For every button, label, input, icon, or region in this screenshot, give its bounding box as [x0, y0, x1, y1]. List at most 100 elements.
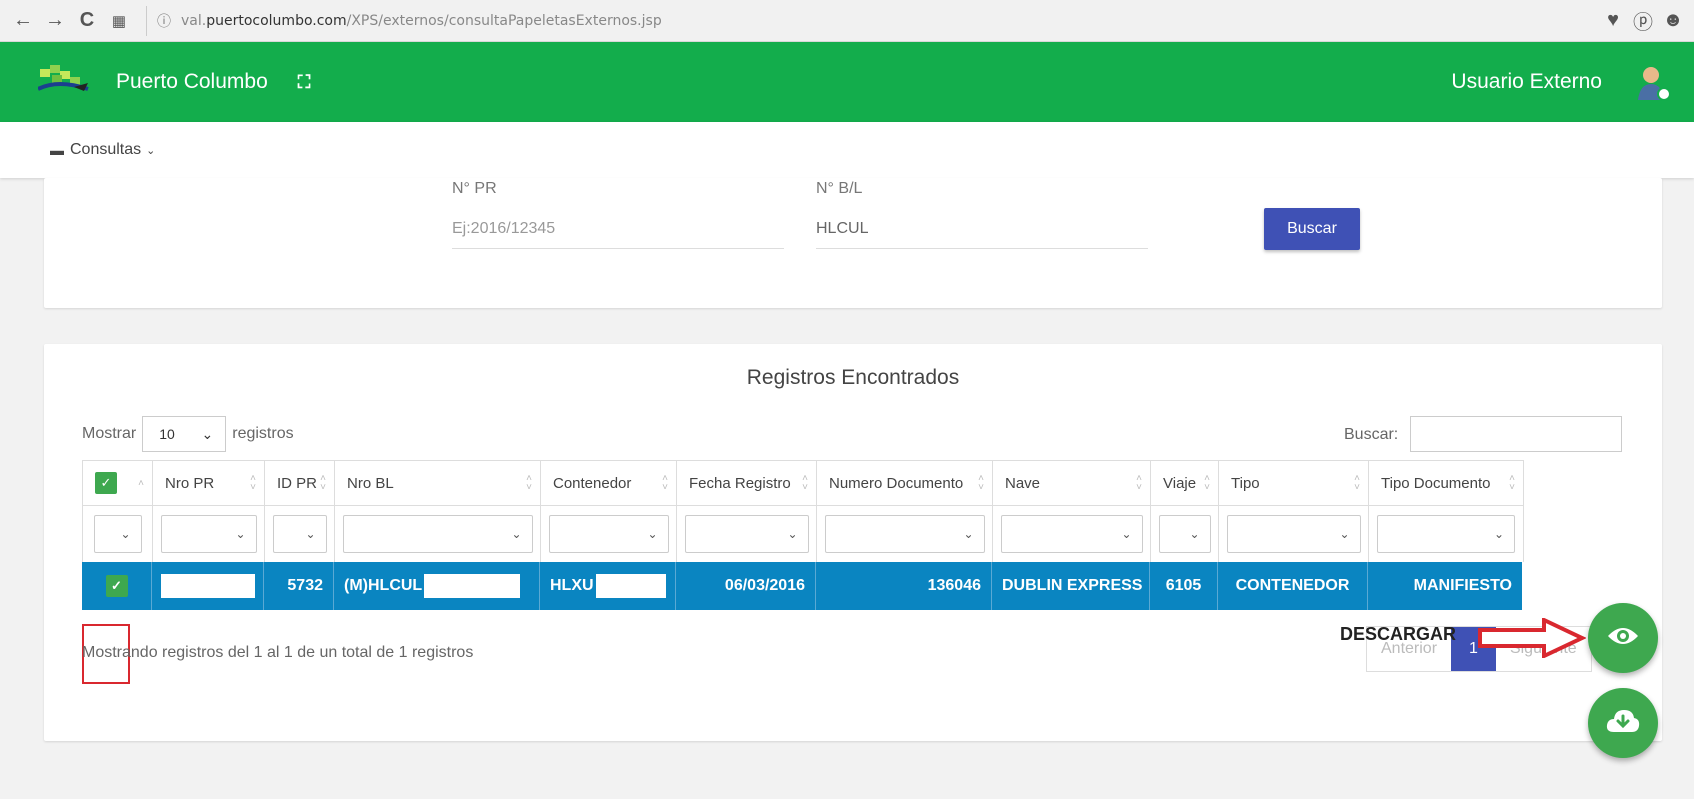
cell-viaje: 6105 [1150, 562, 1218, 610]
column-nro-bl[interactable]: Nro BL ˄ ˅ [335, 461, 541, 505]
filter-cell: ⌄ [677, 506, 817, 562]
records-label: registros [232, 425, 294, 442]
user-name[interactable]: Usuario Externo [1451, 70, 1602, 94]
filter-cell: ⌄ [993, 506, 1151, 562]
chevron-down-icon: ⌄ [201, 425, 214, 442]
pr-label: N° PR [452, 180, 497, 197]
column-label: Nave [1005, 474, 1041, 492]
page-length-select[interactable]: 10 ⌄ [142, 416, 227, 452]
column-fecha-registro[interactable]: Fecha Registro ˄ ˅ [677, 461, 817, 505]
filter-select[interactable]: ⌄ [1000, 515, 1143, 553]
filter-select[interactable]: ⌄ [342, 515, 533, 553]
column-tipo-documento[interactable]: Tipo Documento ˄ ˅ [1369, 461, 1523, 505]
select-all-checkbox[interactable]: ✓ [95, 472, 117, 494]
reload-icon[interactable]: C [74, 8, 100, 34]
chevron-down-icon: ⌄ [120, 527, 131, 541]
column-id-pr[interactable]: ID PR ˄ ˅ [265, 461, 335, 505]
redacted-block [424, 574, 521, 598]
filter-cell: ⌄ [1369, 506, 1523, 562]
filter-select[interactable]: ⌄ [1377, 515, 1515, 553]
bl-underline [816, 248, 1148, 249]
redacted-block [595, 574, 666, 598]
filter-cell: ⌄ [1219, 506, 1369, 562]
sort-icon: ˄ ˅ [1354, 473, 1360, 493]
app-header: Puerto Columbo ⛶ Usuario Externo [0, 42, 1694, 122]
column-label: Tipo Documento [1381, 474, 1491, 492]
url-prefix: val. [181, 12, 207, 29]
profile-icon[interactable]: ☻ [1658, 6, 1688, 36]
table-search-input[interactable] [1410, 416, 1622, 452]
menu-consultas[interactable]: ▬ Consultas ⌄ [50, 141, 155, 159]
chevron-down-icon: ⌄ [511, 527, 522, 541]
select-all-header[interactable]: ✓ ˄ [83, 461, 153, 505]
list-icon: ▬ [50, 142, 64, 158]
chevron-down-icon: ⌄ [1189, 527, 1200, 541]
row-checkbox[interactable]: ✓ [105, 575, 128, 597]
bl-input[interactable]: HLCUL [816, 220, 868, 238]
filter-select[interactable]: ⌄ [548, 515, 669, 553]
chevron-down-icon: ⌄ [1493, 527, 1504, 541]
filter-select[interactable]: ⌄ [684, 515, 809, 553]
download-icon[interactable]: ⓟ [1628, 6, 1658, 36]
cell-contenedor: HLXU [540, 562, 676, 610]
sort-icon: ˄ ˅ [526, 473, 532, 493]
sort-icon: ˄ ˅ [320, 473, 326, 493]
column-label: ID PR [277, 474, 318, 492]
cell-fecha-registro: 06/03/2016 [676, 562, 816, 610]
fullscreen-icon[interactable]: ⛶ [298, 72, 311, 93]
filter-cell: ⌄ [1151, 506, 1219, 562]
brand-name[interactable]: Puerto Columbo [116, 70, 268, 94]
sort-icon: ˄ ˅ [250, 473, 256, 493]
column-tipo[interactable]: Tipo ˄ ˅ [1219, 461, 1369, 505]
table-row[interactable]: ✓ 5732 (M)HLCUL HLXU 06/03/2016 136046 D… [82, 562, 1522, 610]
cell-nave: DUBLIN EXPRESS [992, 562, 1150, 610]
filter-select[interactable]: ⌄ [93, 515, 142, 553]
filter-select[interactable]: ⌄ [1226, 515, 1361, 553]
logo [37, 63, 98, 101]
sort-icon: ˄ ˅ [662, 473, 668, 493]
heart-icon[interactable]: ♥ [1598, 6, 1628, 36]
view-button[interactable] [1588, 603, 1658, 673]
column-nave[interactable]: Nave ˄ ˅ [993, 461, 1151, 505]
download-button[interactable] [1588, 688, 1658, 758]
column-label: Viaje [1163, 474, 1197, 492]
menu-bar: ▬ Consultas ⌄ [0, 122, 1694, 178]
back-icon[interactable]: ← [10, 8, 36, 34]
forward-icon[interactable]: → [42, 8, 68, 34]
cell-id-pr: 5732 [264, 562, 334, 610]
site-info-icon[interactable]: ⓘ [157, 11, 171, 31]
chevron-down-icon: ⌄ [305, 527, 316, 541]
sort-icon: ˄ ˅ [1204, 473, 1210, 493]
column-contenedor[interactable]: Contenedor ˄ ˅ [541, 461, 677, 505]
table-info: Mostrando registros del 1 al 1 de un tot… [82, 644, 474, 661]
address-bar[interactable]: ⓘ val. puertocolumbo.com/XPS/externos/con… [146, 5, 1598, 36]
chevron-down-icon: ⌄ [1121, 527, 1132, 541]
table-search-label: Buscar: [1344, 426, 1399, 443]
column-viaje[interactable]: Viaje ˄ ˅ [1151, 461, 1219, 505]
column-numero-documento[interactable]: Numero Documento ˄ ˅ [817, 461, 993, 505]
user-avatar-icon[interactable] [1636, 64, 1672, 102]
filter-row: ⌄ ⌄ ⌄ ⌄ ⌄ ⌄ ⌄ ⌄ ⌄ ⌄ ⌄ [82, 506, 1524, 562]
cell-contenedor-value: HLXU [550, 577, 594, 594]
column-nro-pr[interactable]: Nro PR ˄ ˅ [153, 461, 265, 505]
filter-cell: ⌄ [817, 506, 993, 562]
column-label: Fecha Registro [689, 474, 791, 492]
chevron-down-icon: ⌄ [787, 527, 798, 541]
filter-select[interactable]: ⌄ [272, 515, 327, 553]
sort-icon: ˄ ˅ [802, 473, 808, 493]
results-panel: Registros Encontrados Mostrar 10 ⌄ regis… [44, 344, 1662, 741]
eye-icon [1607, 625, 1639, 652]
filter-cell: ⌄ [541, 506, 677, 562]
column-label: Nro PR [165, 474, 215, 492]
cell-nro-bl: (M)HLCUL [334, 562, 540, 610]
column-label: Contenedor [553, 474, 632, 492]
bl-label: N° B/L [816, 180, 863, 197]
pr-input[interactable]: Ej:2016/12345 [452, 220, 555, 238]
filter-select[interactable]: ⌄ [160, 515, 257, 553]
sort-icon: ˄ ˅ [1509, 473, 1515, 493]
filter-select[interactable]: ⌄ [824, 515, 985, 553]
filter-select[interactable]: ⌄ [1158, 515, 1211, 553]
search-button[interactable]: Buscar [1264, 208, 1360, 250]
apps-icon[interactable]: ▦ [106, 8, 132, 34]
browser-toolbar: ← → C ▦ ⓘ val. puertocolumbo.com/XPS/exte… [0, 0, 1694, 42]
